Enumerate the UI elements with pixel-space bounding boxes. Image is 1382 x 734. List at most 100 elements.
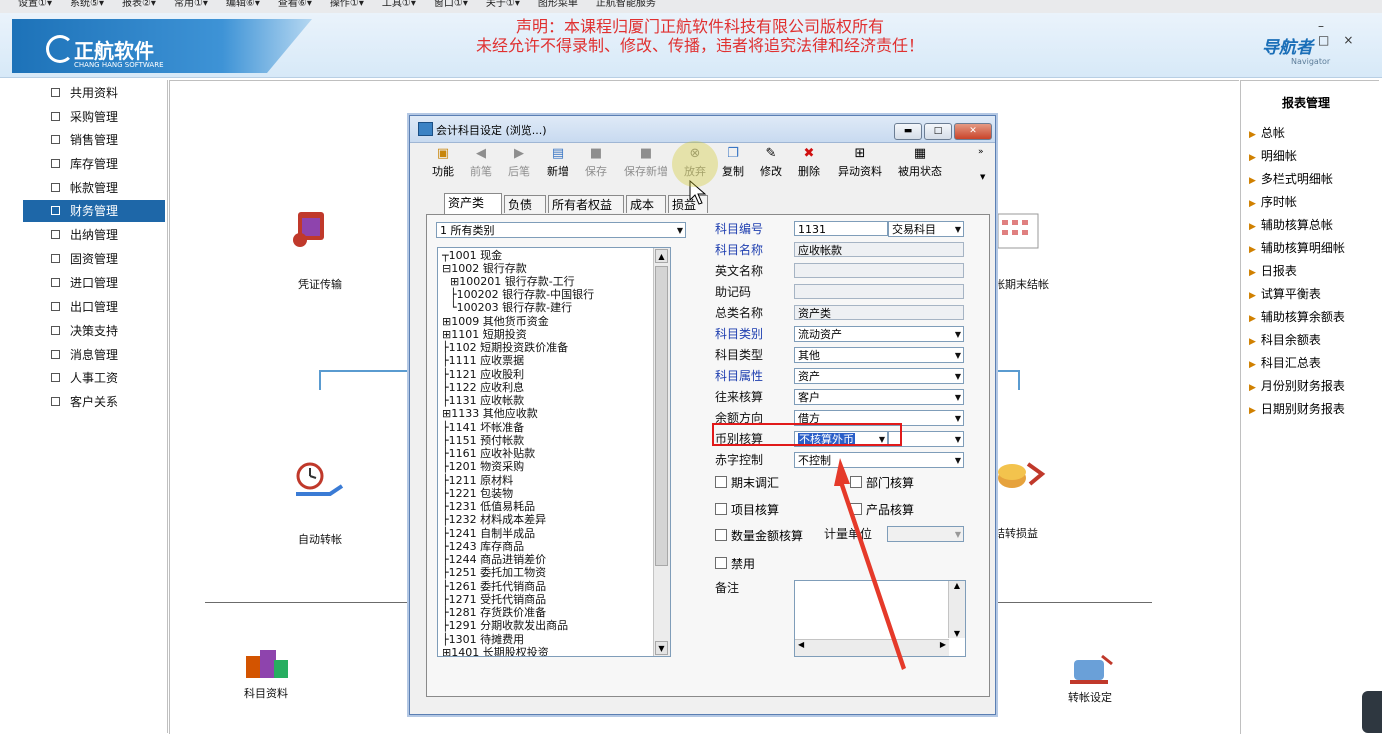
name-field[interactable]: 应收帐款 — [794, 242, 964, 257]
code-type-select[interactable]: 交易科目 ▼ — [888, 221, 964, 237]
tree-node[interactable]: ├1291 分期收款发出商品 — [442, 619, 568, 632]
transfer-setting-icon[interactable] — [1064, 648, 1120, 692]
sidebar-item-hr[interactable]: 人事工资 — [23, 367, 165, 389]
report-link-multi-column[interactable]: ▶ 多栏式明细帐 — [1249, 170, 1333, 188]
tree-node[interactable]: ├1122 应收利息 — [442, 381, 524, 394]
period-close-icon[interactable] — [994, 210, 1050, 254]
report-link-subject-summary[interactable]: ▶ 科目汇总表 — [1249, 354, 1321, 372]
maximize-button[interactable]: □ — [924, 123, 952, 140]
tree-node[interactable]: ├1231 低值易耗品 — [442, 500, 535, 513]
scroll-down-icon[interactable]: ▼ — [949, 629, 965, 638]
general-category-field[interactable]: 资产类 — [794, 305, 964, 320]
auto-transfer-label[interactable]: 自动转帐 — [280, 531, 360, 547]
tree-node[interactable]: ⊞1101 短期投资 — [442, 328, 527, 341]
tree-node[interactable]: ├1301 待摊费用 — [442, 633, 524, 646]
transfer-setting-label[interactable]: 转帐设定 — [1050, 689, 1130, 705]
tab-cost[interactable]: 成本类 — [626, 195, 666, 230]
report-link-aux-balance[interactable]: ▶ 辅助核算余额表 — [1249, 308, 1345, 326]
sidebar-item-sales[interactable]: 销售管理 — [23, 129, 165, 151]
tree-node[interactable]: ├1221 包装物 — [442, 487, 513, 500]
project-accounting-checkbox[interactable]: 项目核算 — [715, 501, 779, 518]
tree-scrollbar[interactable]: ▲ ▼ — [653, 248, 670, 656]
window-buttons[interactable]: –□× — [1318, 19, 1382, 47]
report-link-trial-balance[interactable]: ▶ 试算平衡表 — [1249, 285, 1321, 303]
tree-node[interactable]: ⊞100201 银行存款-工行 — [450, 275, 575, 288]
close-button[interactable]: ✕ — [954, 123, 992, 140]
menu-edit[interactable]: 编辑⑥▾ — [226, 0, 260, 9]
tree-node[interactable]: ├1241 自制半成品 — [442, 527, 535, 540]
tree-node[interactable]: ├1161 应收补贴款 — [442, 447, 535, 460]
voucher-transfer-label[interactable]: 凭证传输 — [280, 276, 360, 292]
menu-system[interactable]: 系统⑤▾ — [70, 0, 104, 9]
scroll-left-icon[interactable]: ◀ — [798, 640, 804, 649]
tree-node[interactable]: └100203 银行存款-建行 — [450, 301, 572, 314]
en-name-field[interactable] — [794, 263, 964, 278]
sidebar-item-finance[interactable]: 财务管理 — [23, 200, 165, 222]
tree-node[interactable]: ⊞1133 其他应收款 — [442, 407, 538, 420]
period-close-label[interactable]: 帐期末结帐 — [994, 276, 1056, 292]
disable-checkbox[interactable]: 禁用 — [715, 555, 755, 572]
sidebar-item-decision[interactable]: 决策支持 — [23, 320, 165, 342]
scroll-thumb[interactable] — [655, 266, 668, 566]
close-profit-loss-icon[interactable] — [994, 456, 1050, 500]
toolbar-dropdown-icon[interactable]: ▼ — [980, 173, 985, 181]
menu-graphic[interactable]: 图形菜单 — [538, 0, 578, 9]
tree-node[interactable]: ├1211 原材料 — [442, 474, 513, 487]
code-field[interactable]: 1131 — [794, 221, 888, 236]
tree-node[interactable]: ⊟1002 银行存款 — [442, 262, 527, 275]
subject-type-select[interactable]: 其他 ▼ — [794, 347, 964, 363]
tree-node[interactable]: ├1232 材料成本差异 — [442, 513, 546, 526]
scroll-up-icon[interactable]: ▲ — [949, 581, 965, 590]
sidebar-item-fixed-assets[interactable]: 固资管理 — [23, 248, 165, 270]
sidebar-item-purchase[interactable]: 采购管理 — [23, 106, 165, 128]
report-link-monthly[interactable]: ▶ 月份别财务报表 — [1249, 377, 1345, 395]
tree-node[interactable]: ├1251 委托加工物资 — [442, 566, 546, 579]
tree-node[interactable]: ├1243 库存商品 — [442, 540, 524, 553]
tree-node[interactable]: ├1151 预付帐款 — [442, 434, 524, 447]
sidebar-item-import[interactable]: 进口管理 — [23, 272, 165, 294]
tree-node[interactable]: ⊞1401 长期股权投资 — [442, 646, 549, 656]
tree-node[interactable]: ├1111 应收票据 — [442, 354, 524, 367]
menu-view[interactable]: 查看⑥▾ — [278, 0, 312, 9]
save-new-button[interactable]: ■ 保存新增 — [618, 147, 674, 179]
subject-data-icon[interactable] — [240, 642, 296, 686]
report-link-journal[interactable]: ▶ 序时帐 — [1249, 193, 1297, 211]
toolbar-overflow-icon[interactable]: » — [978, 147, 984, 157]
tree-node[interactable]: ├1131 应收帐款 — [442, 394, 524, 407]
floating-widget-handle[interactable] — [1362, 691, 1382, 733]
delete-button[interactable]: ✖ 删除 — [786, 147, 832, 179]
minimize-button[interactable]: ▬ — [894, 123, 922, 140]
category-filter-select[interactable]: 1 所有类别 ▼ — [436, 222, 686, 238]
tree-node[interactable]: ├1261 委托代销商品 — [442, 580, 546, 593]
menu-operate[interactable]: 操作①▾ — [330, 0, 364, 9]
menu-window[interactable]: 窗口①▾ — [434, 0, 468, 9]
report-link-general-ledger[interactable]: ▶ 总帐 — [1249, 124, 1285, 142]
tree-node[interactable]: ├100202 银行存款-中国银行 — [450, 288, 594, 301]
sidebar-item-export[interactable]: 出口管理 — [23, 296, 165, 318]
change-data-button[interactable]: ⊞ 异动资料 — [832, 147, 888, 179]
memo-scrollbar[interactable]: ▲ ▼ — [948, 581, 965, 638]
sidebar-item-messages[interactable]: 消息管理 — [23, 344, 165, 366]
subject-category-select[interactable]: 流动资产 ▼ — [794, 326, 964, 342]
sidebar-item-inventory[interactable]: 库存管理 — [23, 153, 165, 175]
mnemonic-field[interactable] — [794, 284, 964, 299]
report-link-subject-balance[interactable]: ▶ 科目余额表 — [1249, 331, 1321, 349]
scroll-right-icon[interactable]: ▶ — [940, 640, 946, 649]
subject-data-label[interactable]: 科目资料 — [226, 685, 306, 701]
scroll-up-icon[interactable]: ▲ — [655, 249, 668, 263]
save-button[interactable]: ■ 保存 — [573, 147, 619, 179]
tree-node[interactable]: ├1281 存货跌价准备 — [442, 606, 546, 619]
subject-attribute-select[interactable]: 资产 ▼ — [794, 368, 964, 384]
usage-status-button[interactable]: ▦ 被用状态 — [892, 147, 948, 179]
dialog-titlebar[interactable]: 会计科目设定 (浏览...) ▬ □ ✕ — [410, 116, 995, 143]
menu-settings[interactable]: 设置①▾ — [18, 0, 52, 9]
menu-common[interactable]: 常用①▾ — [174, 0, 208, 9]
tree-node[interactable]: ⊞1009 其他货币资金 — [442, 315, 549, 328]
report-link-aux-detail[interactable]: ▶ 辅助核算明细帐 — [1249, 239, 1345, 257]
tab-liabilities[interactable]: 负债类 — [504, 195, 546, 230]
report-link-daily[interactable]: ▶ 日报表 — [1249, 262, 1297, 280]
menu-smart-service[interactable]: 正航智能服务 — [596, 0, 656, 9]
sidebar-item-accounts[interactable]: 帐款管理 — [23, 177, 165, 199]
tree-node[interactable]: ├1141 坏帐准备 — [442, 421, 524, 434]
menu-tools[interactable]: 工具①▾ — [382, 0, 416, 9]
